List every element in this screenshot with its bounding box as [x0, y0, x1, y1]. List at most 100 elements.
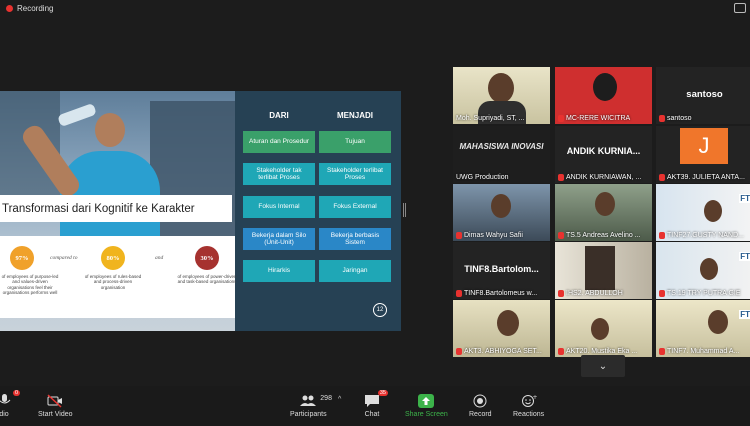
participant-name: AKT3. ABHIYOGA SET...	[456, 348, 542, 355]
next-page-chevron-down-icon[interactable]: ⌄	[581, 355, 625, 377]
audio-button[interactable]: 0 dio	[0, 390, 20, 418]
audio-badge: 0	[12, 390, 20, 396]
participants-menu-caret-icon[interactable]: ^	[338, 396, 341, 403]
face-shape	[491, 194, 511, 218]
stats-box: 97% compared to 80% and 30% of employees…	[0, 236, 237, 318]
face-shape	[708, 310, 728, 334]
mic-muted-icon	[558, 348, 564, 355]
participant-tile[interactable]: Moh. Supriyadi, ST, ...	[453, 67, 550, 124]
person-head-shape	[95, 113, 125, 147]
gallery-view-icon[interactable]	[734, 3, 746, 13]
participant-tile[interactable]: Dimas Wahyu Safii	[453, 184, 550, 241]
audio-label: dio	[0, 411, 9, 418]
face-shape	[593, 73, 617, 101]
shared-screen-slide: DARI MENJADI Aturan dan Prosedur Tujuan …	[0, 91, 401, 331]
to-cell: Tujuan	[319, 131, 391, 153]
mic-muted-icon	[558, 174, 564, 181]
chat-label: Chat	[364, 411, 380, 418]
participant-tile[interactable]: MAHASISWA INOVASI UWG Production	[453, 126, 550, 183]
participant-label: ANDIK KURNIA...	[566, 146, 641, 156]
face-shape	[488, 73, 514, 103]
participant-tile[interactable]: FT TS.19 TRY PUTRA GIE	[656, 242, 750, 299]
participant-tile[interactable]: FT TINF7. Muhammad A...	[656, 300, 750, 357]
face-shape	[595, 192, 615, 216]
compared-to-text: compared to	[50, 255, 78, 261]
to-cell: Bekerja berbasis Sistem	[319, 228, 391, 250]
participant-name: TINF8.Bartolomeus w...	[456, 290, 537, 297]
split-view-handle[interactable]	[403, 203, 406, 217]
chat-badge: 35	[377, 390, 388, 396]
reactions-label: Reactions	[513, 411, 545, 418]
from-cell: Aturan dan Prosedur	[243, 131, 315, 153]
face-shape	[497, 310, 519, 336]
door-shape	[585, 246, 615, 290]
participant-name: Dimas Wahyu Safii	[456, 232, 523, 239]
view-controls	[734, 3, 746, 13]
record-button[interactable]: Record	[469, 394, 492, 418]
participant-tile[interactable]: TS.5 Andreas Avelino ...	[555, 184, 652, 241]
start-video-button[interactable]: Start Video	[38, 394, 73, 418]
participant-tile[interactable]: TINF8.Bartolom... TINF8.Bartolomeus w...	[453, 242, 550, 299]
chat-button[interactable]: 35 Chat	[364, 390, 388, 418]
stat-circle: 80%	[101, 246, 125, 270]
mic-muted-icon	[456, 232, 462, 239]
chat-bubble-icon: 35	[364, 390, 388, 408]
participant-label: santoso	[686, 89, 723, 100]
participants-icon: 298	[300, 394, 332, 408]
participant-name: MC-RERE WICITRA	[558, 115, 630, 122]
stat-desc: of employees of power-driven and task-ba…	[177, 274, 237, 285]
from-cell: Hirarkis	[243, 260, 315, 282]
start-video-label: Start Video	[38, 411, 73, 418]
to-column-header: MENJADI	[336, 111, 373, 120]
participants-count: 298	[320, 395, 332, 402]
participant-name: santoso	[659, 115, 692, 122]
participant-name: IHS2. ABDULLOH	[558, 290, 623, 297]
ft-logo: FT	[739, 252, 750, 261]
recording-indicator[interactable]: Recording	[6, 4, 53, 13]
participant-name: TINF27.GUSTY NAND...	[659, 232, 744, 239]
participant-tile[interactable]: ANDIK KURNIA... ANDIK KURNIAWAN, ...	[555, 126, 652, 183]
to-cell: Fokus External	[319, 196, 391, 218]
participant-name: UWG Production	[456, 174, 509, 181]
reactions-button[interactable]: + Reactions	[513, 394, 544, 418]
participant-avatar: J	[680, 128, 728, 164]
to-cell: Stakeholder terlibat Proses	[319, 163, 391, 185]
share-screen-label: Share Screen	[405, 411, 448, 418]
participant-tile[interactable]: J AKT39. JULIETA ANTA...	[656, 126, 750, 183]
participant-name: TS.19 TRY PUTRA GIE	[659, 290, 741, 297]
record-icon	[472, 394, 488, 408]
to-cell: Jaringan	[319, 260, 391, 282]
participant-tile[interactable]: AKT20. Mustika Eka ...	[555, 300, 652, 357]
share-screen-icon	[418, 394, 435, 408]
mic-muted-icon	[456, 348, 462, 355]
meeting-toolbar: 0 dio Start Video 298 Participants ^ 35 …	[0, 386, 750, 426]
participant-tile[interactable]: FT TINF27.GUSTY NAND...	[656, 184, 750, 241]
participant-tile[interactable]: IHS2. ABDULLOH	[555, 242, 652, 299]
participant-tile[interactable]: AKT3. ABHIYOGA SET...	[453, 300, 550, 357]
participant-label: MAHASISWA INOVASI	[459, 142, 544, 151]
mic-muted-icon	[558, 290, 564, 297]
from-cell: Bekerja dalam Silo (Unit-Unit)	[243, 228, 315, 250]
recording-label: Recording	[17, 4, 54, 13]
slide-page-number: 12	[373, 303, 387, 317]
slide-title: Transformasi dari Kognitif ke Karakter	[0, 195, 232, 222]
record-dot-icon	[6, 5, 13, 12]
water-bottle-shape	[57, 102, 97, 128]
ft-logo: FT	[739, 310, 750, 319]
smiley-plus-icon: +	[521, 394, 537, 408]
mic-muted-icon	[558, 232, 564, 239]
face-shape	[704, 200, 722, 222]
svg-text:+: +	[532, 394, 537, 401]
mic-muted-icon	[659, 115, 665, 122]
mic-muted-icon	[659, 290, 665, 297]
stat-desc: of employees of purpose-led and values-d…	[1, 274, 59, 296]
participant-tile[interactable]: santoso santoso	[656, 67, 750, 124]
microphone-icon: 0	[0, 390, 20, 408]
participant-tile[interactable]: MC-RERE WICITRA	[555, 67, 652, 124]
mic-muted-icon	[558, 115, 564, 122]
participants-label: Participants	[290, 411, 327, 418]
mic-muted-icon	[456, 290, 462, 297]
participants-button[interactable]: 298 Participants	[290, 394, 332, 418]
share-screen-button[interactable]: Share Screen	[405, 394, 448, 418]
participant-name: AKT20. Mustika Eka ...	[558, 348, 637, 355]
